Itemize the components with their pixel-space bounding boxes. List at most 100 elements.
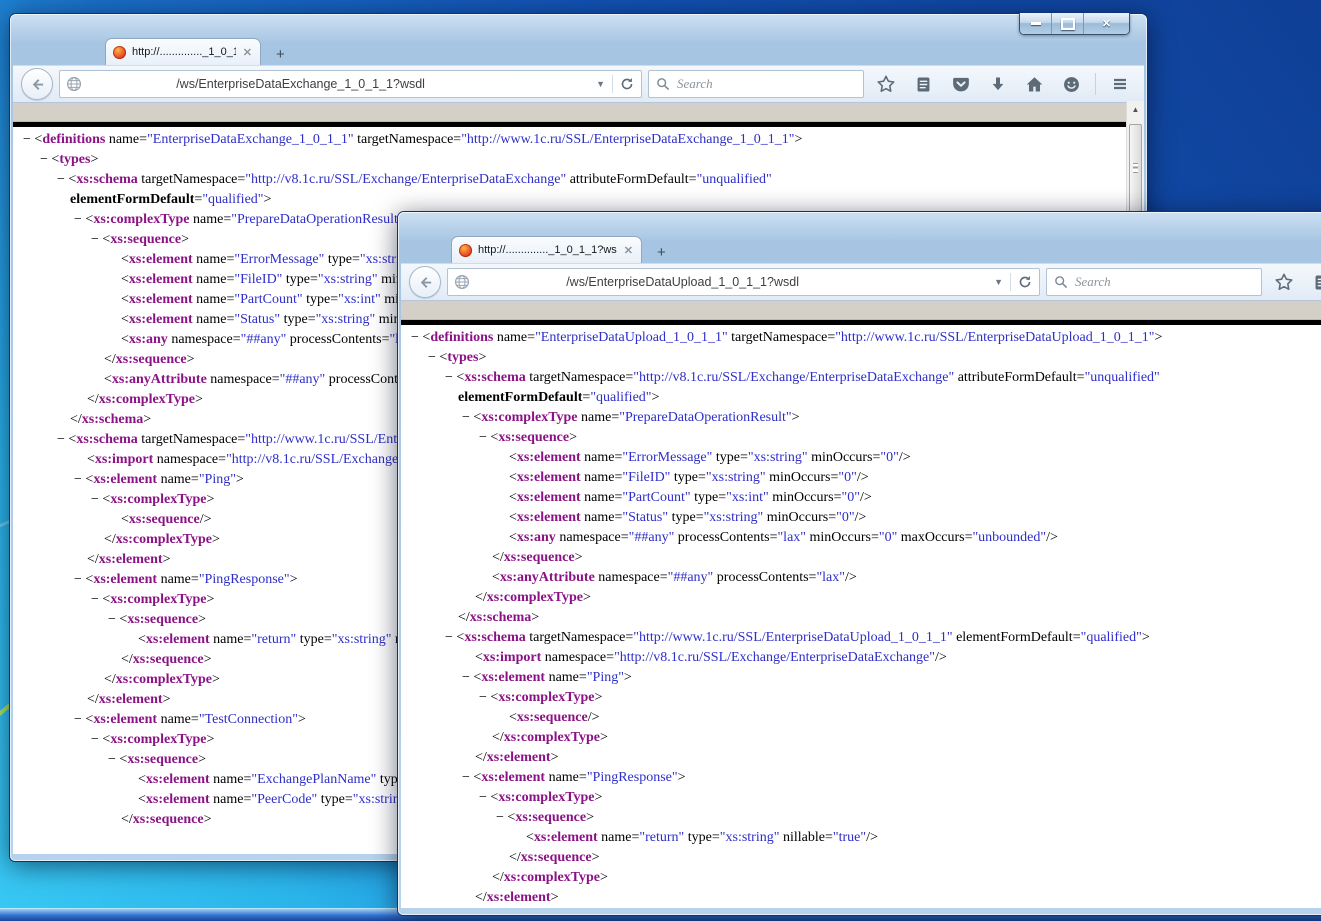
url-bar[interactable]: /ws/EnterpriseDataUpload_1_0_1_1?wsdl ▼ bbox=[447, 268, 1040, 296]
new-tab-button[interactable]: + bbox=[265, 43, 296, 65]
xml-collapse-toggle[interactable]: − bbox=[479, 430, 490, 445]
xml-line: − <xs:element name="Ping"> bbox=[407, 670, 1321, 690]
xml-line: − <definitions name="EnterpriseDataUploa… bbox=[407, 330, 1321, 350]
xml-collapse-toggle[interactable]: − bbox=[479, 690, 490, 705]
xml-line: </xs:element> bbox=[407, 890, 1321, 908]
xml-line: </xs:schema> bbox=[407, 610, 1321, 630]
xml-line: </xs:complexType> bbox=[407, 590, 1321, 610]
xml-collapse-toggle[interactable]: − bbox=[40, 152, 51, 167]
bookmarks-menu-button[interactable] bbox=[908, 72, 939, 97]
xml-collapse-toggle[interactable]: − bbox=[411, 330, 422, 345]
downloads-button[interactable] bbox=[983, 72, 1013, 97]
scrollbar-thumb[interactable] bbox=[1129, 124, 1142, 212]
xml-collapse-toggle[interactable]: − bbox=[74, 212, 85, 227]
windows-desktop: ✕ http://.............._1_0_1_1?wsdl ✕ +… bbox=[0, 0, 1321, 921]
url-dropdown-icon[interactable]: ▼ bbox=[987, 277, 1010, 287]
xml-line: <xs:element name="FileID" type="xs:strin… bbox=[407, 470, 1321, 490]
xml-line: <xs:anyAttribute namespace="##any" proce… bbox=[407, 570, 1321, 590]
xml-collapse-toggle[interactable]: − bbox=[462, 770, 473, 785]
xml-collapse-toggle[interactable]: − bbox=[108, 752, 119, 767]
xml-line: − <xs:sequence> bbox=[407, 810, 1321, 830]
reload-icon[interactable] bbox=[1011, 275, 1039, 289]
navigation-toolbar: /ws/EnterpriseDataUpload_1_0_1_1?wsdl ▼ bbox=[401, 263, 1321, 301]
maximize-icon bbox=[1061, 18, 1075, 30]
xml-line: <xs:element name="PartCount" type="xs:in… bbox=[407, 490, 1321, 510]
browser-window-upload: http://.............._1_0_1_1?wsdl ✕ + /… bbox=[398, 212, 1321, 915]
xml-collapse-toggle[interactable]: − bbox=[479, 790, 490, 805]
xml-collapse-toggle[interactable]: − bbox=[428, 350, 439, 365]
xml-collapse-toggle[interactable]: − bbox=[91, 492, 102, 507]
maximize-button[interactable] bbox=[1052, 13, 1084, 34]
xml-line: − <xs:sequence> bbox=[407, 430, 1321, 450]
xml-collapse-toggle[interactable]: − bbox=[496, 810, 507, 825]
minimize-icon bbox=[1031, 22, 1041, 25]
xml-line: </xs:complexType> bbox=[407, 870, 1321, 890]
bookmark-star-button[interactable] bbox=[1268, 269, 1300, 295]
tab-close-icon[interactable]: ✕ bbox=[623, 244, 634, 257]
url-text: /ws/EnterpriseDataExchange_1_0_1_1?wsdl bbox=[176, 71, 425, 97]
xml-line: − <xs:complexType> bbox=[407, 690, 1321, 710]
divider bbox=[1095, 73, 1096, 95]
search-input[interactable] bbox=[675, 75, 856, 93]
tab-bar: http://.............._1_0_1_1?wsdl ✕ + bbox=[13, 38, 1144, 65]
scroll-up-button[interactable]: ▲ bbox=[1127, 101, 1144, 118]
search-box[interactable] bbox=[1046, 268, 1262, 296]
tab-title: http://.............._1_0_1_1?wsdl bbox=[478, 244, 617, 256]
xml-line: − <xs:schema targetNamespace="http://v8.… bbox=[19, 172, 1144, 192]
back-arrow-icon bbox=[418, 275, 433, 290]
content-top-band bbox=[401, 301, 1321, 320]
tab-wsdl[interactable]: http://.............._1_0_1_1?wsdl ✕ bbox=[451, 236, 642, 263]
xml-line: <xs:element name="return" type="xs:strin… bbox=[407, 830, 1321, 850]
xml-collapse-toggle[interactable]: − bbox=[23, 132, 34, 147]
globe-icon[interactable] bbox=[454, 274, 470, 290]
xml-collapse-toggle[interactable]: − bbox=[445, 370, 456, 385]
back-button[interactable] bbox=[21, 68, 53, 100]
url-bar[interactable]: /ws/EnterpriseDataExchange_1_0_1_1?wsdl … bbox=[59, 70, 642, 98]
bookmarks-menu-button[interactable] bbox=[1306, 270, 1321, 295]
bookmark-star-button[interactable] bbox=[870, 71, 902, 97]
hello-smiley-button[interactable] bbox=[1056, 72, 1087, 97]
tab-close-icon[interactable]: ✕ bbox=[242, 46, 253, 59]
search-box[interactable] bbox=[648, 70, 864, 98]
back-arrow-icon bbox=[30, 77, 45, 92]
tab-bar: http://.............._1_0_1_1?wsdl ✕ + bbox=[401, 236, 1321, 263]
xml-collapse-toggle[interactable]: − bbox=[91, 732, 102, 747]
xml-collapse-toggle[interactable]: − bbox=[462, 410, 473, 425]
xml-line: </xs:complexType> bbox=[407, 730, 1321, 750]
minimize-button[interactable] bbox=[1020, 13, 1052, 34]
xml-collapse-toggle[interactable]: − bbox=[462, 670, 473, 685]
xml-collapse-toggle[interactable]: − bbox=[91, 592, 102, 607]
xml-collapse-toggle[interactable]: − bbox=[91, 232, 102, 247]
reload-icon[interactable] bbox=[613, 77, 641, 91]
xml-line: − <xs:element name="PingResponse"> bbox=[407, 770, 1321, 790]
xml-line: <xs:element name="Status" type="xs:strin… bbox=[407, 510, 1321, 530]
xml-line: − <types> bbox=[19, 152, 1144, 172]
xml-line: </xs:element> bbox=[407, 750, 1321, 770]
new-tab-button[interactable]: + bbox=[646, 241, 677, 263]
globe-icon[interactable] bbox=[66, 76, 82, 92]
content-top-band bbox=[13, 103, 1144, 122]
xml-collapse-toggle[interactable]: − bbox=[74, 572, 85, 587]
navigation-toolbar: /ws/EnterpriseDataExchange_1_0_1_1?wsdl … bbox=[13, 65, 1144, 103]
xml-collapse-toggle[interactable]: − bbox=[445, 630, 456, 645]
xml-collapse-toggle[interactable]: − bbox=[74, 712, 85, 727]
site-favicon-1c bbox=[113, 46, 126, 59]
window-titlebar[interactable] bbox=[401, 212, 1321, 236]
xml-collapse-toggle[interactable]: − bbox=[108, 612, 119, 627]
window-titlebar[interactable]: ✕ bbox=[13, 14, 1144, 38]
close-button[interactable]: ✕ bbox=[1084, 13, 1129, 34]
site-favicon-1c bbox=[459, 244, 472, 257]
xml-line: <xs:any namespace="##any" processContent… bbox=[407, 530, 1321, 550]
search-icon bbox=[656, 77, 670, 91]
xml-collapse-toggle[interactable]: − bbox=[57, 172, 68, 187]
xml-collapse-toggle[interactable]: − bbox=[57, 432, 68, 447]
hamburger-menu-button[interactable] bbox=[1104, 72, 1136, 96]
search-input[interactable] bbox=[1073, 273, 1254, 291]
pocket-button[interactable] bbox=[945, 72, 977, 97]
back-button[interactable] bbox=[409, 266, 441, 298]
xml-collapse-toggle[interactable]: − bbox=[74, 472, 85, 487]
tab-wsdl[interactable]: http://.............._1_0_1_1?wsdl ✕ bbox=[105, 38, 261, 65]
home-button[interactable] bbox=[1019, 72, 1050, 97]
xml-line: − <types> bbox=[407, 350, 1321, 370]
url-dropdown-icon[interactable]: ▼ bbox=[589, 79, 612, 89]
